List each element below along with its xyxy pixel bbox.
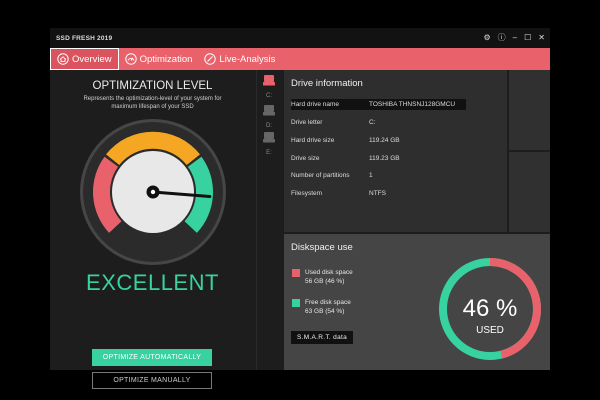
- drive-item-e[interactable]: E:: [257, 130, 281, 156]
- info-label: Hard drive name: [291, 101, 340, 108]
- info-row-filesystem: Filesystem NTFS: [291, 188, 466, 199]
- used-caption: USED: [476, 325, 504, 336]
- info-value: TOSHIBA THNSNJ128GMCU: [369, 101, 456, 108]
- optimization-title: OPTIMIZATION LEVEL: [92, 80, 213, 92]
- optimization-status: EXCELLENT: [86, 270, 219, 295]
- info-row-hard-drive-size: Hard drive size 119.24 GB: [291, 135, 466, 146]
- drive-icon: [263, 75, 275, 86]
- tab-overview-label: Overview: [72, 53, 112, 65]
- drive-letter: C:: [266, 93, 272, 99]
- drive-letter: E:: [266, 150, 272, 156]
- info-value: NTFS: [369, 190, 386, 197]
- tab-optimization[interactable]: Optimization: [119, 48, 199, 70]
- used-percent: 46 %: [463, 295, 518, 322]
- optimization-subtitle: Represents the optimization-level of you…: [83, 96, 222, 110]
- title-bar: SSD FRESH 2019 ⚙ ⓘ – ☐ ✕: [50, 28, 550, 48]
- optimization-gauge: [80, 119, 226, 265]
- main-navigation: Overview Optimization Live-Analysis: [50, 48, 550, 70]
- smart-data-button[interactable]: S.M.A.R.T. data: [291, 331, 353, 344]
- speedometer-icon: [124, 53, 137, 65]
- info-tile: [509, 70, 550, 150]
- app-title: SSD FRESH 2019: [56, 34, 113, 42]
- drive-information-title: Drive information: [291, 78, 363, 89]
- drive-selector: C: D: E:: [256, 70, 281, 370]
- used-swatch: [292, 269, 300, 277]
- maximize-icon[interactable]: ☐: [524, 34, 531, 42]
- tab-live-analysis-label: Live-Analysis: [219, 53, 276, 65]
- info-value: C:: [369, 119, 376, 126]
- used-disk-space-label: Used disk space: [305, 269, 353, 276]
- legend-free: Free disk space 63 GB (54 %): [292, 298, 351, 316]
- diskspace-donut-chart: 46 % USED: [439, 258, 541, 360]
- info-icon[interactable]: ⓘ: [498, 34, 506, 42]
- optimize-automatically-button[interactable]: OPTIMIZE AUTOMATICALLY: [92, 349, 212, 366]
- drive-information-panel: Drive information Hard drive name TOSHIB…: [284, 70, 507, 232]
- info-row-hard-drive-name: Hard drive name TOSHIBA THNSNJ128GMCU: [291, 99, 466, 110]
- info-value: 1: [369, 172, 373, 179]
- diskspace-title: Diskspace use: [291, 242, 353, 253]
- home-icon: [57, 53, 69, 65]
- legend-used: Used disk space 56 GB (46 %): [292, 268, 353, 286]
- close-icon[interactable]: ✕: [538, 34, 545, 42]
- tab-live-analysis[interactable]: Live-Analysis: [198, 48, 281, 70]
- diskspace-panel: Diskspace use Used disk space 56 GB (46 …: [284, 234, 550, 370]
- info-row-drive-letter: Drive letter C:: [291, 117, 466, 128]
- info-label: Drive letter: [291, 119, 323, 126]
- info-label: Drive size: [291, 155, 320, 162]
- free-disk-space-label: Free disk space: [305, 299, 351, 306]
- info-row-number-of-partitions: Number of partitions 1: [291, 170, 466, 181]
- free-swatch: [292, 299, 300, 307]
- tab-overview[interactable]: Overview: [50, 48, 119, 70]
- info-label: Hard drive size: [291, 137, 335, 144]
- app-window: SSD FRESH 2019 ⚙ ⓘ – ☐ ✕ Overview Optimi…: [50, 28, 550, 389]
- minimize-icon[interactable]: –: [513, 34, 517, 42]
- drive-item-c[interactable]: C:: [257, 73, 281, 99]
- info-value: 119.24 GB: [369, 137, 400, 144]
- optimization-panel: OPTIMIZATION LEVEL Represents the optimi…: [50, 70, 255, 389]
- window-controls: ⚙ ⓘ – ☐ ✕: [484, 34, 546, 42]
- tab-optimization-label: Optimization: [139, 53, 193, 65]
- optimize-manually-button[interactable]: OPTIMIZE MANUALLY: [92, 372, 212, 389]
- info-value: 119.23 GB: [369, 155, 400, 162]
- live-analysis-icon: [204, 53, 217, 65]
- info-label: Number of partitions: [291, 172, 350, 179]
- drive-icon: [263, 105, 275, 116]
- settings-icon[interactable]: ⚙: [484, 34, 491, 42]
- info-label: Filesystem: [291, 190, 323, 197]
- info-row-drive-size: Drive size 119.23 GB: [291, 153, 466, 164]
- used-disk-space-value: 56 GB (46 %): [305, 278, 345, 285]
- drive-icon: [263, 132, 275, 143]
- info-tile: [509, 152, 550, 232]
- free-disk-space-value: 63 GB (54 %): [305, 308, 345, 315]
- drive-letter: D:: [266, 123, 272, 129]
- drive-item-d[interactable]: D:: [257, 103, 281, 129]
